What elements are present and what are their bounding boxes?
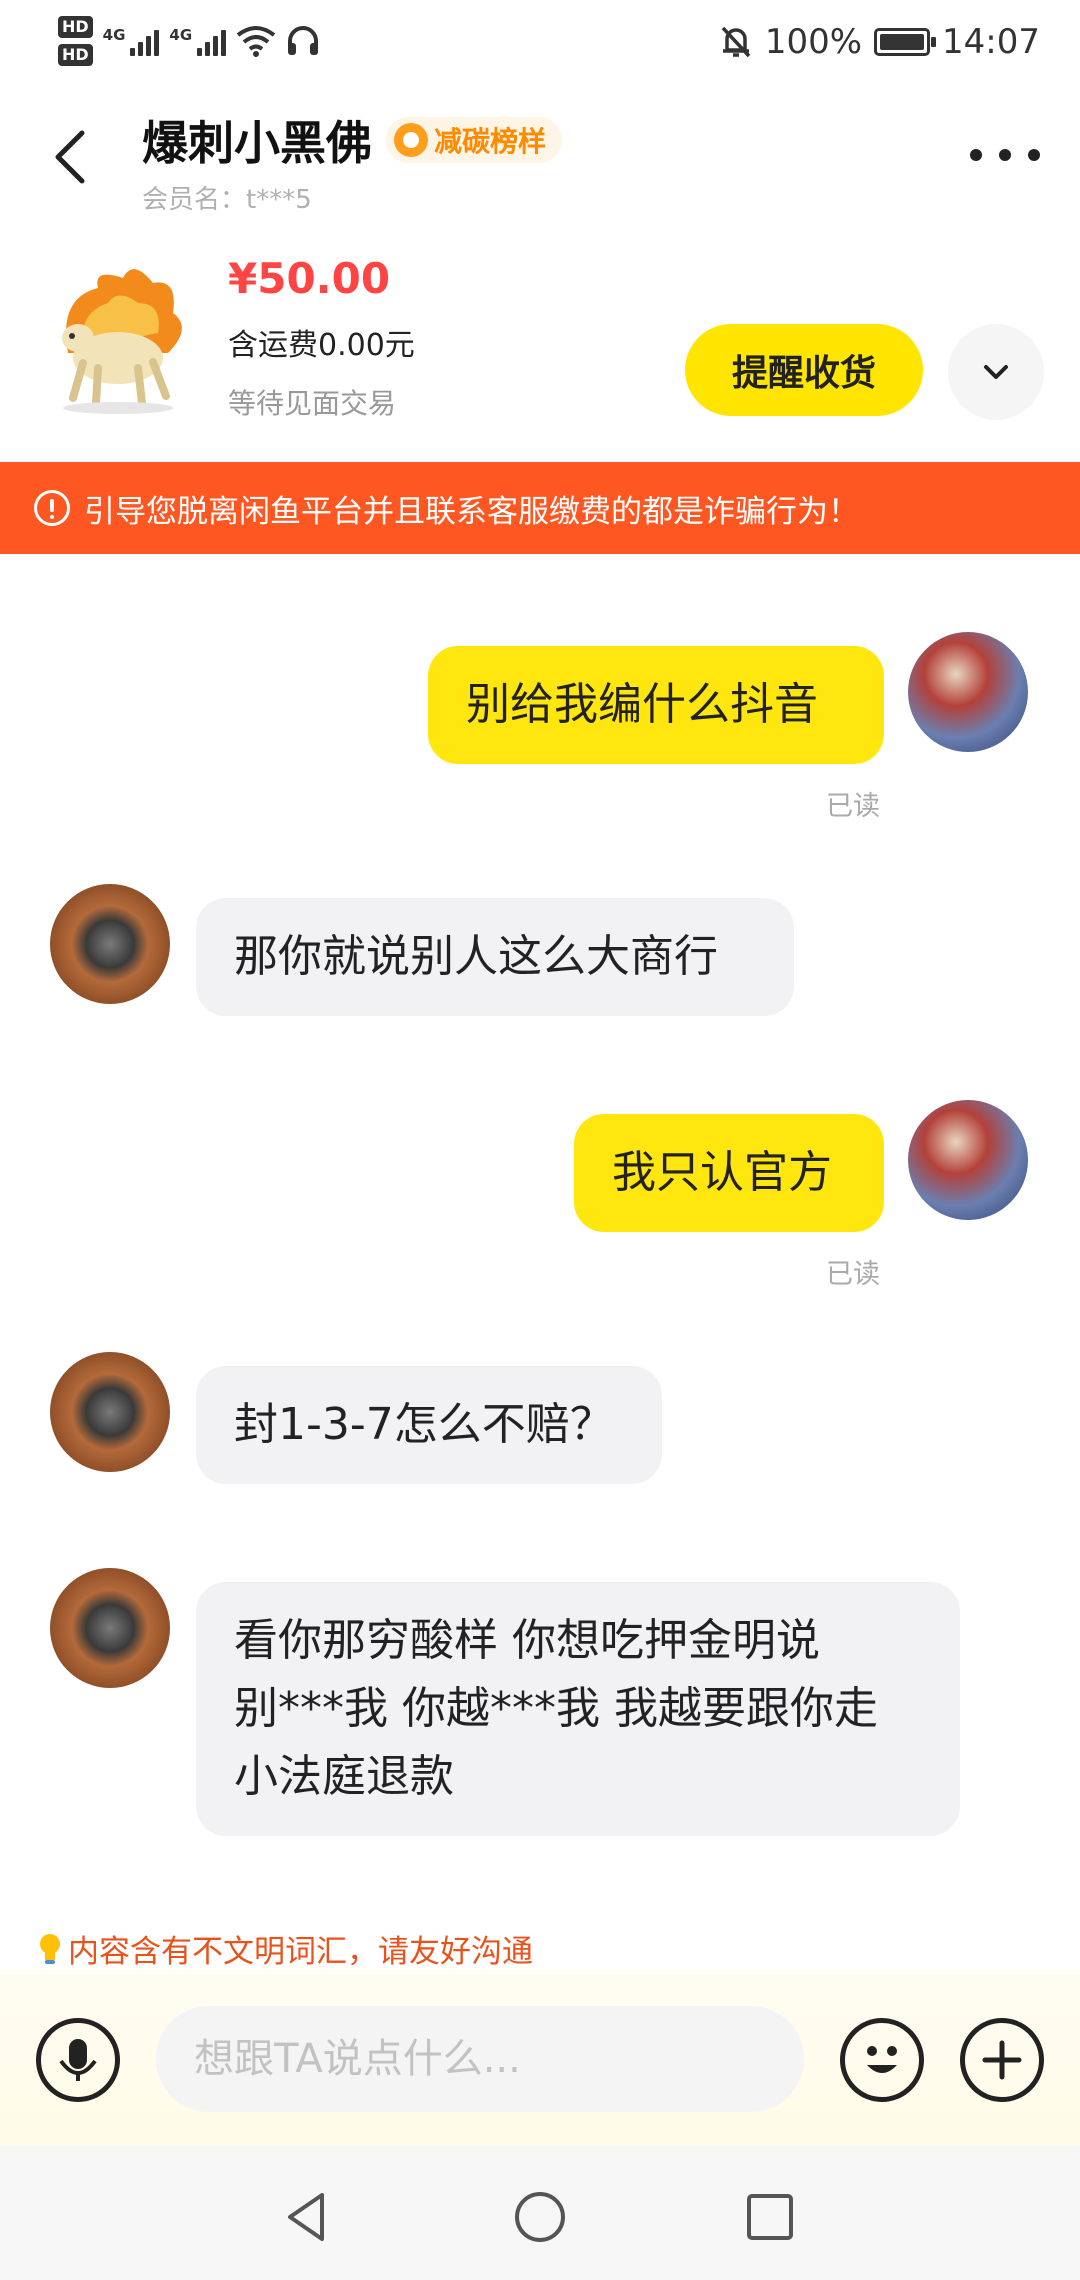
chevron-down-icon	[984, 365, 1008, 379]
carbon-badge[interactable]: 减碳榜样	[386, 117, 563, 163]
more-dot	[999, 149, 1011, 161]
leaf-icon	[394, 123, 428, 157]
back-button[interactable]	[40, 115, 110, 195]
expand-button[interactable]	[948, 324, 1044, 420]
system-nav-bar	[0, 2145, 1080, 2280]
nav-back-icon[interactable]	[278, 2187, 338, 2247]
hd-badge-2: HD	[58, 44, 93, 66]
seller-avatar[interactable]	[50, 1568, 170, 1688]
nav-recents-icon[interactable]	[740, 2187, 800, 2247]
voice-button[interactable]	[36, 2018, 120, 2102]
message-text: 那你就说别人这么大商行	[234, 931, 718, 982]
member-name: 会员名：t***5	[142, 185, 312, 215]
back-arrow-icon	[55, 130, 85, 184]
trade-status: 等待见面交易	[228, 387, 397, 420]
my-avatar[interactable]	[908, 632, 1028, 752]
hd-badge-1: HD	[58, 16, 93, 38]
signal-indicators: HD HD 4G 4G	[58, 16, 320, 66]
mute-bell-icon	[721, 26, 751, 58]
sim1-signal-icon: 4G	[103, 26, 160, 56]
message-bubble-me[interactable]: 别给我编什么抖音	[428, 646, 884, 764]
message-bubble-me[interactable]: 我只认官方	[574, 1114, 884, 1232]
read-status: 已读	[826, 1259, 880, 1290]
sim2-signal-icon: 4G	[169, 26, 227, 56]
chat-header: 爆刺小黑佛 减碳榜样 会员名：t***5	[0, 95, 1080, 225]
product-image[interactable]	[38, 258, 198, 418]
bulb-icon	[40, 1933, 60, 1964]
emoji-icon	[867, 2046, 897, 2073]
seller-avatar[interactable]	[50, 1352, 170, 1472]
microphone-icon	[59, 2039, 97, 2081]
message-bubble-them[interactable]: 封1-3-7怎么不赔？	[196, 1366, 662, 1484]
message-text: 我只认官方	[612, 1147, 832, 1198]
input-bar	[0, 1970, 1080, 2145]
battery-icon	[874, 28, 937, 56]
warning-icon	[34, 490, 70, 526]
carbon-badge-label: 减碳榜样	[434, 125, 547, 158]
headphone-icon	[288, 26, 319, 55]
nav-home-icon[interactable]	[510, 2187, 570, 2247]
read-status: 已读	[826, 791, 880, 822]
message-input[interactable]	[156, 2006, 804, 2112]
more-actions-button[interactable]	[960, 2018, 1044, 2102]
emoji-button[interactable]	[840, 2018, 924, 2102]
battery-percent: 100%	[764, 22, 863, 62]
sim2-network-label: 4G	[169, 26, 193, 44]
wifi-icon	[236, 26, 276, 57]
more-button[interactable]	[970, 135, 1040, 175]
product-card[interactable]: ¥50.00 含运费0.00元 等待见面交易 提醒收货	[0, 240, 1080, 460]
message-bubble-them[interactable]: 看你那穷酸样 你想吃押金明说 别***我 你越***我 我越要跟你走 小法庭退款	[196, 1582, 960, 1836]
seller-avatar[interactable]	[50, 884, 170, 1004]
message-text: 别给我编什么抖音	[466, 679, 818, 730]
plus-icon	[982, 2040, 1022, 2080]
message-line: 别***我 你越***我 我越要跟你走	[234, 1683, 878, 1734]
more-dot	[1028, 149, 1040, 161]
more-dots-icon	[970, 149, 982, 161]
message-line: 看你那穷酸样 你想吃押金明说	[234, 1615, 820, 1666]
message-line: 小法庭退款	[234, 1751, 454, 1802]
my-avatar[interactable]	[908, 1100, 1028, 1220]
fraud-warning-banner: 引导您脱离闲鱼平台并且联系客服缴费的都是诈骗行为！	[0, 462, 1080, 554]
shipping-fee: 含运费0.00元	[228, 328, 415, 363]
message-text: 封1-3-7怎么不赔？	[234, 1399, 614, 1450]
clock: 14:07	[942, 22, 1040, 62]
seller-name[interactable]: 爆刺小黑佛	[142, 107, 372, 173]
message-bubble-them[interactable]: 那你就说别人这么大商行	[196, 898, 794, 1016]
sim1-network-label: 4G	[102, 26, 126, 44]
remind-receipt-button[interactable]: 提醒收货	[685, 324, 923, 416]
status-bar: HD HD 4G 4G 100% 14:07	[0, 0, 1080, 92]
fraud-warning-text: 引导您脱离闲鱼平台并且联系客服缴费的都是诈骗行为！	[84, 493, 859, 530]
product-price: ¥50.00	[228, 254, 391, 303]
civility-tip-text: 内容含有不文明词汇，请友好沟通	[68, 1934, 533, 1970]
civility-tip: 内容含有不文明词汇，请友好沟通	[38, 1926, 533, 1971]
